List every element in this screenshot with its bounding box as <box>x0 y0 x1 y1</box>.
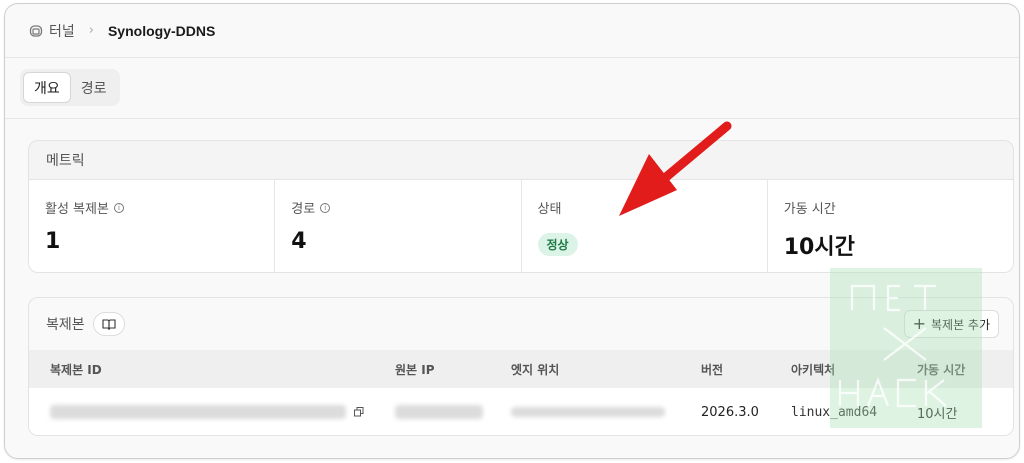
watermark-icon <box>838 284 947 408</box>
replicas-title: 복제본 <box>46 317 85 333</box>
breadcrumb: 터널 › Synology-DDNS <box>5 4 1019 58</box>
tunnel-icon <box>29 24 43 37</box>
breadcrumb-parent-label: 터널 <box>49 23 75 40</box>
redacted-origin-ip <box>395 405 483 419</box>
metric-label: 경로 <box>291 202 316 217</box>
docs-button[interactable] <box>92 312 125 336</box>
tab-overview[interactable]: 개요 <box>23 72 71 103</box>
metric-label: 활성 복제본 <box>45 202 109 217</box>
chevron-right-icon: › <box>88 23 94 38</box>
column-header: 엣지 위치 <box>511 362 560 377</box>
book-icon <box>102 319 116 330</box>
metric-value: 10시간 <box>783 235 855 260</box>
metric-uptime: 가동 시간 10시간 <box>768 180 1013 272</box>
status-badge: 정상 <box>537 233 578 256</box>
tab-bar: 개요 경로 <box>20 69 120 106</box>
metric-value: 4 <box>291 229 307 254</box>
metric-label: 가동 시간 <box>783 202 836 217</box>
redacted-edge-location <box>511 407 665 417</box>
divider <box>5 118 1019 119</box>
version-cell: 2026.3.0 <box>701 404 759 420</box>
app-window: 터널 › Synology-DDNS 개요 경로 메트릭 활성 복제본 i 1 … <box>4 3 1020 459</box>
breadcrumb-parent[interactable]: 터널 <box>29 21 75 41</box>
metric-value: 1 <box>45 229 61 254</box>
column-header: 원본 IP <box>395 362 435 377</box>
column-header: 버전 <box>701 362 724 377</box>
watermark-logo <box>830 268 982 428</box>
info-icon[interactable]: i <box>113 202 124 213</box>
page-title: Synology-DDNS <box>107 22 216 39</box>
red-arrow-annotation <box>619 121 732 216</box>
tab-routes[interactable]: 경로 <box>71 72 117 103</box>
metric-active-replicas: 활성 복제본 i 1 <box>29 180 276 272</box>
info-icon[interactable]: i <box>320 202 331 213</box>
column-header: 복제본 ID <box>50 362 102 377</box>
redacted-replica-id <box>50 405 346 419</box>
metric-routes: 경로 i 4 <box>275 180 522 272</box>
metrics-panel: 메트릭 활성 복제본 i 1 경로 i 4 상태 정상 가동 시간 10시간 <box>28 140 1014 273</box>
metrics-title: 메트릭 <box>46 153 85 169</box>
copy-icon[interactable] <box>354 407 364 417</box>
metric-label: 상태 <box>537 202 562 217</box>
